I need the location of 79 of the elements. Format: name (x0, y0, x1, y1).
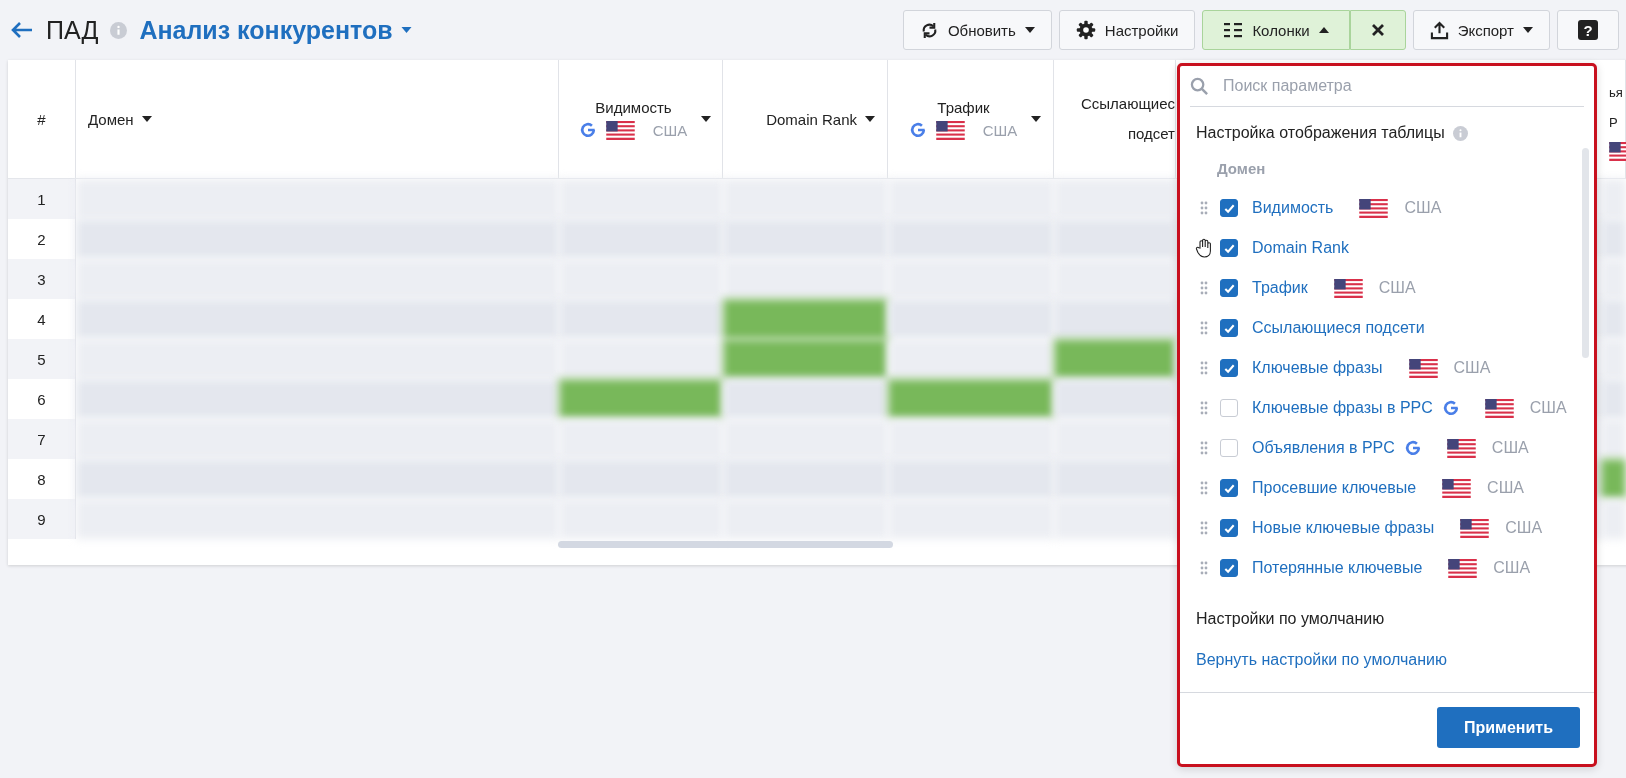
row-number: 3 (37, 270, 46, 288)
sort-caret-icon[interactable] (701, 116, 712, 122)
checkbox[interactable] (1220, 199, 1238, 217)
row-number: 7 (37, 430, 46, 448)
reset-defaults-link[interactable]: Вернуть настройки по умолчанию (1196, 651, 1447, 669)
drag-handle-icon[interactable] (1200, 321, 1208, 335)
info-icon[interactable] (110, 21, 128, 39)
close-icon (1370, 23, 1385, 37)
region-label: США (1378, 279, 1416, 297)
drag-handle-icon[interactable] (1200, 281, 1208, 295)
close-button[interactable] (1349, 10, 1406, 50)
apply-button[interactable]: Применить (1437, 707, 1580, 748)
option-label[interactable]: Потерянные ключевые (1252, 559, 1423, 577)
region-label: США (982, 121, 1018, 139)
caret-icon[interactable] (400, 27, 412, 33)
region-label: США (1487, 479, 1524, 497)
drag-handle-icon[interactable] (1200, 561, 1208, 575)
row-number: 4 (37, 310, 46, 328)
column-header[interactable]: Domain Rank (766, 110, 875, 128)
row-number: 5 (37, 350, 46, 368)
scrollbar-thumb[interactable] (1582, 148, 1589, 358)
option-label[interactable]: Ключевые фразы (1252, 359, 1383, 377)
column-header[interactable]: Трафик (937, 98, 990, 116)
option-label[interactable]: Трафик (1252, 279, 1308, 297)
row-number: 6 (37, 390, 46, 408)
columns-icon (1223, 21, 1244, 39)
option-label[interactable]: Объявления в PPC (1252, 439, 1395, 457)
column-header: ья Р (1609, 83, 1623, 132)
region-label: США (1529, 399, 1567, 417)
panel-title: Настройка отображения таблицы (1196, 124, 1445, 142)
region-label: США (1491, 439, 1529, 457)
drag-handle-icon[interactable] (1200, 521, 1208, 535)
info-icon[interactable] (1452, 125, 1468, 141)
option-label[interactable]: Ссылающиеся подсети (1252, 319, 1425, 337)
column-header: # (37, 110, 46, 128)
drag-handle-icon[interactable] (1200, 201, 1208, 215)
settings-button[interactable]: Настройки (1058, 10, 1196, 50)
checkbox[interactable] (1220, 559, 1238, 577)
checkbox[interactable] (1220, 479, 1238, 497)
upload-icon (1429, 20, 1449, 40)
option-label[interactable]: Видимость (1252, 199, 1334, 217)
checkbox[interactable] (1220, 319, 1238, 337)
checkbox[interactable] (1220, 519, 1238, 537)
sort-caret-icon[interactable] (1031, 116, 1042, 122)
section-title: ПАД (46, 15, 99, 45)
section-heading: Настройки по умолчанию (1196, 610, 1386, 628)
row-number: 9 (37, 510, 46, 528)
search-icon (1190, 76, 1209, 96)
option-label[interactable]: Ключевые фразы в PPC (1252, 399, 1433, 417)
help-button[interactable]: ? (1557, 10, 1619, 50)
report-dropdown[interactable]: Анализ конкурентов (139, 15, 412, 45)
checkbox[interactable] (1220, 239, 1238, 257)
region-label: США (1505, 519, 1543, 537)
scrollbar-thumb[interactable] (558, 541, 893, 548)
refresh-button[interactable]: Обновить (902, 10, 1052, 50)
columns-button[interactable]: Колонки (1202, 10, 1350, 50)
row-number: 1 (37, 190, 46, 208)
region-label: США (1404, 199, 1442, 217)
export-button[interactable]: Экспорт (1412, 10, 1550, 50)
drag-handle-icon[interactable] (1200, 361, 1208, 375)
row-number: 2 (37, 230, 46, 248)
region-label: США (652, 121, 688, 139)
checkbox[interactable] (1220, 359, 1238, 377)
column-header: Ссылающиес подсет (1080, 94, 1175, 144)
gear-icon (1075, 20, 1096, 40)
option-label[interactable]: Просевшие ключевые (1252, 479, 1417, 497)
option-label[interactable]: Domain Rank (1252, 239, 1349, 257)
drag-handle-icon[interactable] (1200, 401, 1208, 415)
back-arrow-icon[interactable] (10, 20, 34, 40)
checkbox[interactable] (1220, 279, 1238, 297)
drag-handle-icon[interactable] (1200, 441, 1208, 455)
region-label: США (1493, 559, 1531, 577)
drag-handle-icon[interactable] (1200, 481, 1208, 495)
column-header[interactable]: Видимость (595, 98, 672, 116)
option-label[interactable]: Новые ключевые фразы (1252, 519, 1435, 537)
fixed-column-label: Домен (1217, 159, 1266, 177)
column-header[interactable]: Домен (88, 110, 152, 128)
row-number: 8 (37, 470, 46, 488)
region-label: США (1453, 359, 1491, 377)
